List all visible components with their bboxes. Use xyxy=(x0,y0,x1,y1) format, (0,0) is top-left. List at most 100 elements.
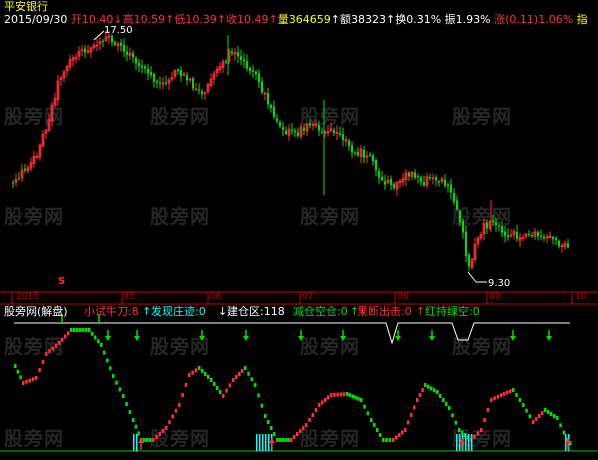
oscillator-segment xyxy=(418,393,422,397)
candle-down xyxy=(291,129,293,131)
oscillator-segment xyxy=(532,420,535,424)
candle-down xyxy=(282,127,284,130)
oscillator-segment xyxy=(276,438,279,442)
oscillator-segment xyxy=(287,438,290,442)
oscillator-segment xyxy=(82,328,85,332)
oscillator-segment xyxy=(370,418,373,422)
oscillator-segment xyxy=(94,335,97,340)
candle-down xyxy=(423,181,425,186)
signal-bar xyxy=(259,434,261,451)
signal-down-arrow xyxy=(340,336,346,341)
oscillator-segment xyxy=(91,331,94,336)
oscillator-segment xyxy=(410,413,413,417)
candle-down xyxy=(144,66,146,69)
oscillator-segment xyxy=(445,402,448,406)
oscillator-segment xyxy=(125,402,128,406)
candle-down xyxy=(495,222,497,226)
candle-down xyxy=(321,131,323,133)
oscillator-segment xyxy=(19,375,22,380)
candle-down xyxy=(150,72,152,76)
oscillator-segment xyxy=(360,398,363,402)
oscillator-segment xyxy=(324,398,327,402)
oscillator-segment xyxy=(385,438,388,442)
oscillator-segment xyxy=(264,414,267,418)
high-price-label: 17.50 xyxy=(104,25,133,36)
oscillator-segment xyxy=(424,383,427,387)
oscillator-segment xyxy=(103,350,106,355)
candle-down xyxy=(375,160,377,171)
oscillator-segment xyxy=(486,408,490,412)
candle-down xyxy=(555,238,557,241)
candle-down xyxy=(354,152,356,154)
oscillator-segment xyxy=(535,417,538,421)
low-leader-line xyxy=(467,271,477,283)
oscillator-segment xyxy=(115,380,118,385)
oscillator-segment xyxy=(493,396,496,401)
candle-down xyxy=(231,51,233,54)
oscillator-segment xyxy=(342,392,346,397)
oscillator-segment xyxy=(556,416,559,420)
candle-down xyxy=(198,89,200,91)
oscillator-segment xyxy=(490,398,493,402)
candle-down xyxy=(159,82,161,84)
oscillator-segment xyxy=(348,393,352,398)
up-arrow-icon: ↑ xyxy=(216,13,227,26)
oscillator-segment xyxy=(225,388,228,393)
signal-bar xyxy=(262,434,264,451)
up-arrow-icon: ↑ xyxy=(386,13,396,26)
oscillator-segment xyxy=(51,346,54,351)
candle-down xyxy=(429,177,431,179)
signal-bar xyxy=(456,434,458,451)
signal-down-arrow xyxy=(395,336,401,341)
signal-bar xyxy=(265,434,267,451)
candle-down xyxy=(192,78,194,89)
oscillator-segment xyxy=(296,432,299,436)
oscillator-segment xyxy=(143,438,146,442)
indicator-title[interactable]: 股旁网(解盘) xyxy=(4,305,68,318)
axis-label-month: 08 xyxy=(397,292,409,302)
oscillator-segment xyxy=(178,403,181,407)
oscillator-segment xyxy=(48,349,51,354)
up-arrow-icon: ↑ xyxy=(330,13,340,26)
candlestick-chart[interactable] xyxy=(0,0,598,460)
candle-down xyxy=(180,70,182,77)
quote-volume: 量364659 xyxy=(277,13,331,26)
oscillator-segment xyxy=(476,431,480,436)
quote-bar: 2015/09/30 开10.40↓高10.59↑低10.39↑收10.49↑量… xyxy=(4,13,588,27)
oscillator-segment xyxy=(97,339,100,344)
candle-down xyxy=(498,225,500,227)
axis-label-month: 10 xyxy=(575,292,587,302)
candle-down xyxy=(384,181,386,185)
oscillator-segment xyxy=(392,438,395,442)
oscillator-segment xyxy=(35,376,38,380)
oscillator-segment xyxy=(244,366,247,370)
oscillator-segment xyxy=(137,431,140,436)
candle-down xyxy=(456,200,458,210)
oscillator-segment xyxy=(152,438,155,442)
oscillator-segment xyxy=(109,366,112,371)
oscillator-segment xyxy=(483,418,486,422)
down-arrow-icon: ↓ xyxy=(218,305,228,318)
candle-down xyxy=(333,130,335,134)
candle-down xyxy=(444,179,446,186)
oscillator-segment xyxy=(88,328,91,332)
candle-down xyxy=(351,145,353,153)
candle-down xyxy=(156,80,158,83)
oscillator-segment xyxy=(351,394,355,399)
oscillator-segment xyxy=(550,412,553,416)
candle-down xyxy=(111,35,113,43)
oscillator-segment xyxy=(76,328,79,332)
oscillator-segment xyxy=(58,341,61,345)
oscillator-segment xyxy=(336,392,339,397)
candle-down xyxy=(132,53,134,58)
candle-down xyxy=(147,68,149,74)
legend-xiaoshi: 小试牛刀:8 xyxy=(84,305,139,318)
signal-bar xyxy=(133,434,135,451)
oscillator-segment xyxy=(25,379,28,384)
legend-jiancang: 建仓区:118 xyxy=(227,305,285,318)
candle-down xyxy=(459,210,461,223)
up-arrow-icon: ↑ xyxy=(165,13,175,26)
candle-down xyxy=(450,184,452,193)
oscillator-segment xyxy=(198,366,201,370)
oscillator-segment xyxy=(308,418,311,422)
